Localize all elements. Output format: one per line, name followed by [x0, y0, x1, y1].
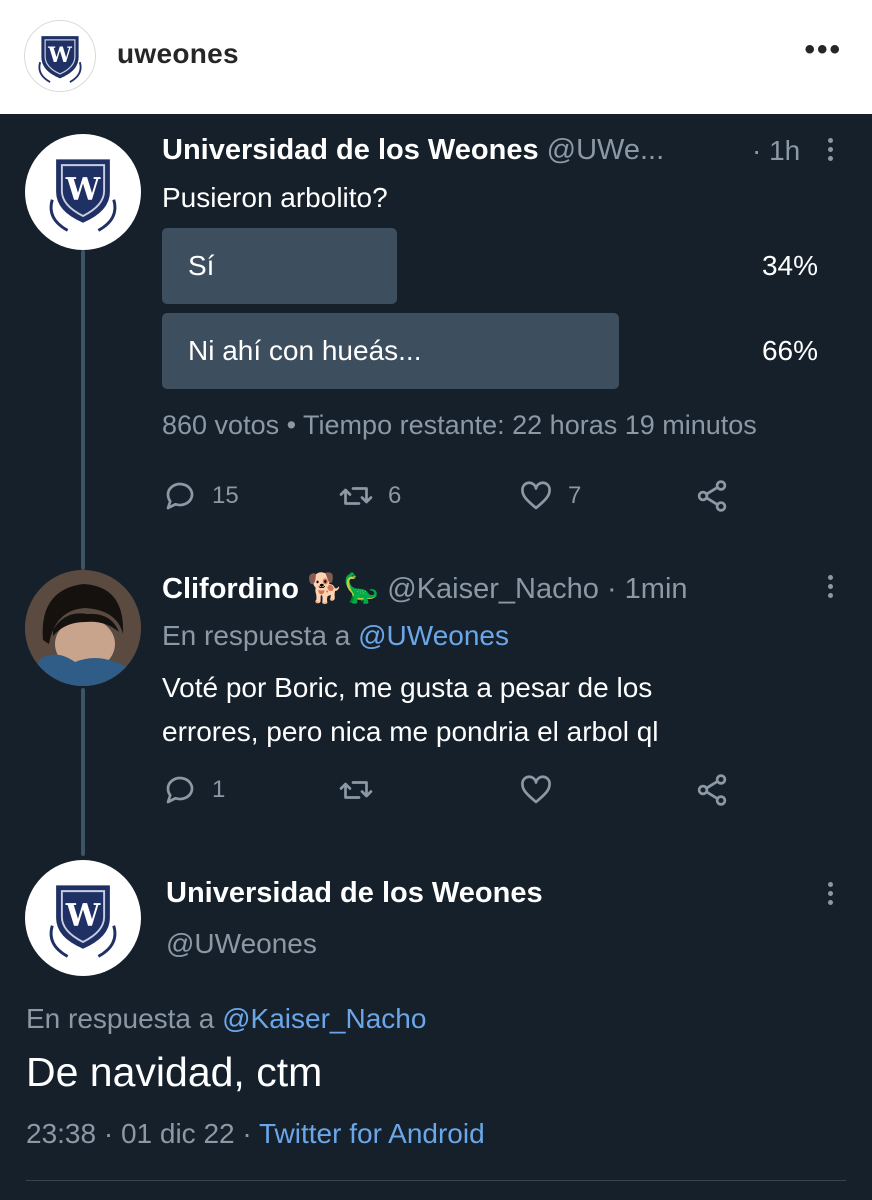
avatar[interactable]: W — [25, 860, 141, 976]
reply-count: 15 — [212, 482, 239, 509]
profile-avatar[interactable]: W — [24, 20, 96, 92]
tweet-timestamp: 23:38 · 01 dic 22 · Twitter for Android — [26, 1118, 485, 1150]
tweet-time: · 1h — [752, 135, 801, 166]
mention-link[interactable]: @Kaiser_Nacho — [222, 1003, 426, 1034]
reply-button[interactable]: 1 — [162, 772, 225, 808]
mention-link[interactable]: @UWeones — [358, 620, 509, 651]
more-vertical-icon[interactable] — [826, 138, 834, 161]
like-count: 7 — [568, 482, 582, 509]
main-tweet-text: De navidad, ctm — [26, 1049, 323, 1095]
reply-icon — [166, 776, 194, 804]
share-icon — [697, 480, 727, 512]
thread-connector-line — [81, 250, 85, 570]
tweet-actions: 1 — [162, 772, 742, 816]
post-username[interactable]: uweones — [117, 38, 239, 70]
tweet-text-line: Voté por Boric, me gusta a pesar de los — [162, 672, 653, 703]
shield-logo-icon: W — [49, 159, 117, 232]
heart-icon — [521, 775, 551, 804]
tweet-author[interactable]: Clifordino 🐕🦕 @Kaiser_Nacho · 1min — [162, 572, 688, 606]
tweet-time: · 1min — [606, 573, 688, 605]
thread-connector-line — [81, 688, 85, 856]
svg-text:W: W — [65, 172, 101, 208]
user-photo-icon — [25, 570, 141, 686]
author-handle: @UWe... — [546, 134, 665, 166]
tweet-text-line: errores, pero nica me pondria el arbol q… — [162, 716, 659, 747]
svg-text:W: W — [65, 898, 101, 934]
divider — [26, 1180, 846, 1181]
retweet-button[interactable] — [338, 772, 374, 808]
author-name: Clifordino 🐕🦕 — [162, 573, 380, 605]
more-options-icon[interactable]: ••• — [804, 35, 842, 65]
tweet-author[interactable]: Universidad de los Weones @UWe... — [162, 134, 664, 167]
reply-context: En respuesta a @UWeones — [162, 620, 509, 652]
tweet-source-link[interactable]: Twitter for Android — [259, 1118, 485, 1149]
tweet-actions: 15 6 7 — [162, 478, 742, 522]
reply-icon — [166, 482, 194, 510]
more-vertical-icon[interactable] — [826, 882, 834, 905]
reply-context: En respuesta a @Kaiser_Nacho — [26, 1003, 426, 1035]
more-vertical-icon[interactable] — [826, 575, 834, 598]
shield-logo-icon: W — [49, 885, 117, 958]
retweet-icon — [339, 487, 373, 505]
heart-icon — [521, 481, 551, 510]
author-handle: @Kaiser_Nacho — [387, 573, 599, 605]
retweet-icon — [339, 781, 373, 799]
reply-button[interactable]: 15 — [162, 478, 239, 514]
retweet-count: 6 — [388, 482, 402, 509]
main-tweet-author-handle[interactable]: @UWeones — [166, 928, 317, 960]
like-button[interactable] — [518, 772, 554, 808]
share-icon — [697, 774, 727, 806]
poll-option-percent: 66% — [761, 335, 818, 366]
svg-text:W: W — [47, 42, 72, 67]
retweet-button[interactable]: 6 — [338, 478, 401, 514]
poll-meta: 860 votos • Tiempo restante: 22 horas 19… — [162, 410, 757, 440]
tweet-date: · 01 dic 22 · — [103, 1118, 252, 1149]
reply-prefix: En respuesta a — [26, 1003, 223, 1034]
reply-count: 1 — [212, 776, 226, 803]
like-button[interactable]: 7 — [518, 478, 581, 514]
poll-option: Ni ahí con hueás... 66% — [162, 313, 826, 389]
avatar[interactable]: W — [25, 134, 141, 250]
poll-option: Sí 34% — [162, 228, 826, 304]
instagram-post-header: W uweones ••• — [0, 0, 872, 114]
share-button[interactable] — [694, 772, 730, 808]
poll-option-label: Ni ahí con hueás... — [188, 335, 422, 366]
poll-option-label: Sí — [188, 250, 215, 281]
reply-prefix: En respuesta a — [162, 620, 359, 651]
tweet-time: 23:38 — [26, 1118, 97, 1149]
main-tweet-author-name[interactable]: Universidad de los Weones — [166, 877, 543, 910]
share-button[interactable] — [694, 478, 730, 514]
tweet-text: Pusieron arbolito? — [162, 182, 388, 213]
shield-logo-icon: W — [38, 36, 82, 83]
poll-option-percent: 34% — [761, 250, 818, 281]
author-name: Universidad de los Weones — [162, 134, 539, 166]
avatar[interactable] — [25, 570, 141, 686]
